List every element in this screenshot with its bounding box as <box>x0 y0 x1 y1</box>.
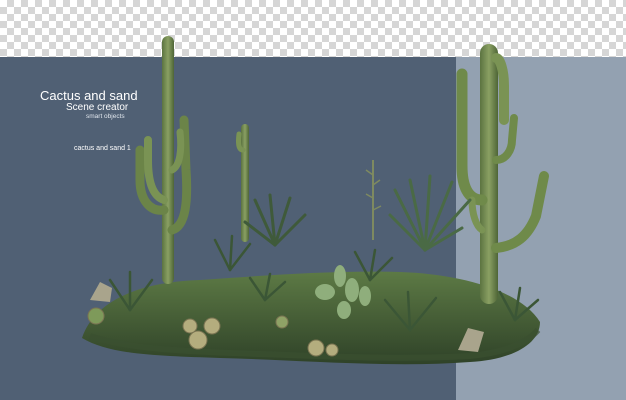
saguaro-cactus-right <box>456 44 549 304</box>
cactus-scene-illustration <box>82 36 549 365</box>
scene-item-label: cactus and sand 1 <box>74 145 131 152</box>
page-title: Cactus and sand <box>40 88 138 103</box>
saguaro-cactus-left <box>135 36 192 284</box>
page-tagline: smart objects <box>86 113 125 120</box>
agave-flower-stalk <box>365 160 382 240</box>
